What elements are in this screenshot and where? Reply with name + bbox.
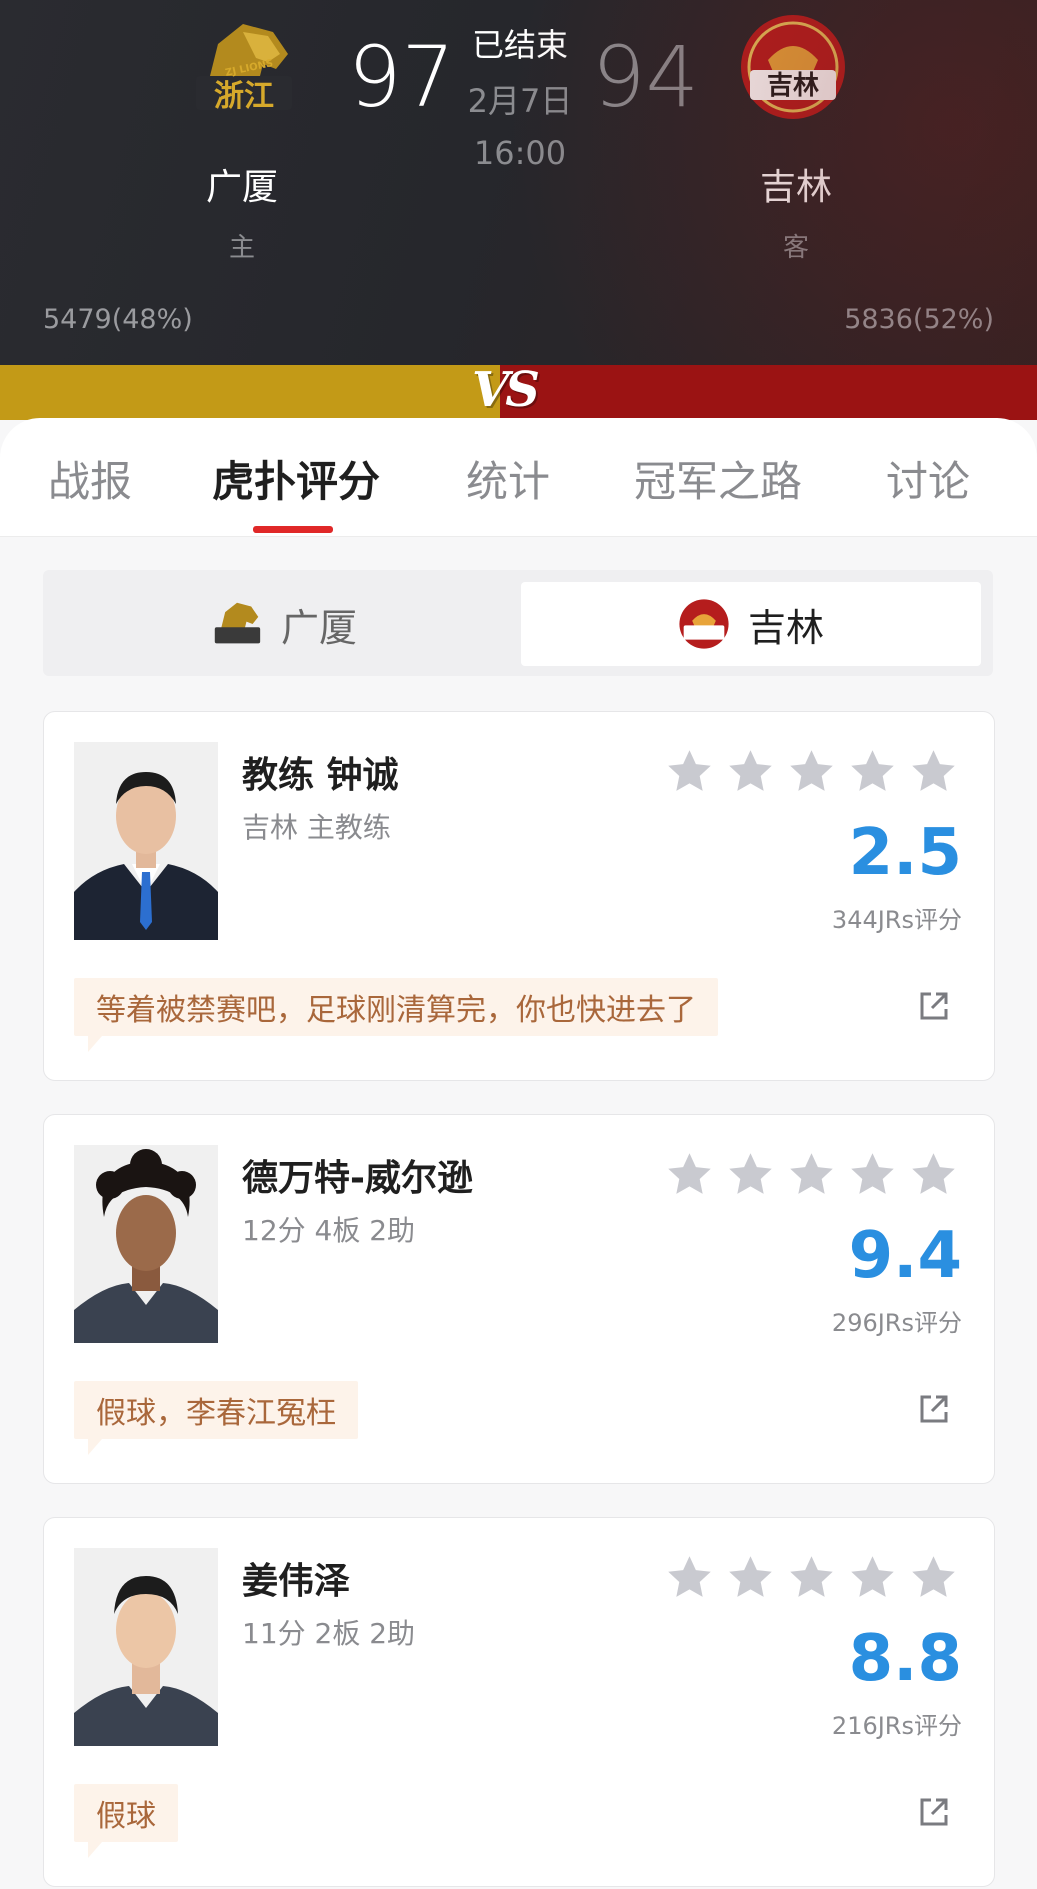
tab-road-to-championship[interactable]: 冠军之路 xyxy=(634,448,802,509)
match-header: 浙江 ZJ LIONS 广厦 主 97 已结束 2月7日 16:00 94 吉林… xyxy=(0,0,1037,365)
rating-count: 296JRs评分 xyxy=(831,1309,962,1337)
away-logo-text: 吉林 xyxy=(767,71,819,101)
rating-card[interactable]: 德万特-威尔逊 12分 4板 2助 9.4 296JRs评分 假球，李春江冤枉 xyxy=(43,1114,995,1484)
star-icon[interactable] xyxy=(664,1552,715,1603)
average-rating: 9.4 xyxy=(848,1219,962,1293)
star-rating-input[interactable] xyxy=(664,1552,959,1603)
match-time: 16:00 xyxy=(473,134,567,172)
star-rating-input[interactable] xyxy=(664,1149,959,1200)
share-icon[interactable] xyxy=(916,1794,952,1830)
team-switch-away[interactable]: 吉林 xyxy=(521,582,981,666)
rating-card[interactable]: 姜伟泽 11分 2板 2助 8.8 216JRs评分 假球 xyxy=(43,1517,995,1887)
star-rating-input[interactable] xyxy=(664,746,959,797)
active-tab-indicator xyxy=(253,526,333,533)
star-icon[interactable] xyxy=(786,1552,837,1603)
home-team-logo[interactable]: 浙江 ZJ LIONS xyxy=(188,14,298,124)
top-comment[interactable]: 假球 xyxy=(74,1784,178,1858)
away-score: 94 xyxy=(592,28,699,126)
home-team-role: 主 xyxy=(228,233,255,263)
rating-count: 344JRs评分 xyxy=(831,906,962,934)
share-icon[interactable] xyxy=(916,1391,952,1427)
star-icon[interactable] xyxy=(725,746,776,797)
star-icon[interactable] xyxy=(664,746,715,797)
average-rating: 8.8 xyxy=(848,1622,962,1696)
share-icon[interactable] xyxy=(916,988,952,1024)
away-support-bar xyxy=(500,365,1037,420)
average-rating: 2.5 xyxy=(848,816,962,890)
star-icon[interactable] xyxy=(908,1552,959,1603)
person-name: 姜伟泽 xyxy=(242,1561,351,1602)
home-logo-subtext: ZJ LIONS xyxy=(224,58,274,79)
star-icon[interactable] xyxy=(786,746,837,797)
star-icon[interactable] xyxy=(664,1149,715,1200)
away-team-name[interactable]: 吉林 xyxy=(696,158,896,210)
team-switch-home-label: 广厦 xyxy=(280,605,357,650)
person-photo xyxy=(74,1145,218,1343)
home-score: 97 xyxy=(348,28,455,126)
team-switch-away-label: 吉林 xyxy=(747,605,824,650)
person-name: 德万特-威尔逊 xyxy=(242,1158,473,1199)
star-icon[interactable] xyxy=(847,746,898,797)
home-support-votes: 5479(48%) xyxy=(43,304,193,335)
star-icon[interactable] xyxy=(786,1149,837,1200)
match-date: 2月7日 xyxy=(467,82,573,120)
home-team-mini-logo xyxy=(214,602,261,644)
away-team-mini-logo xyxy=(679,599,729,649)
star-icon[interactable] xyxy=(847,1552,898,1603)
star-icon[interactable] xyxy=(725,1552,776,1603)
team-switch-home[interactable]: 广厦 xyxy=(55,582,513,666)
person-photo xyxy=(74,1548,218,1746)
home-support-bar xyxy=(0,365,500,420)
away-support-votes: 5836(52%) xyxy=(844,304,994,335)
home-logo-text: 浙江 xyxy=(214,79,274,114)
tab-stats[interactable]: 统计 xyxy=(466,448,550,509)
top-comment[interactable]: 假球，李春江冤枉 xyxy=(74,1381,358,1455)
person-subtitle: 11分 2板 2助 xyxy=(242,1617,416,1650)
star-icon[interactable] xyxy=(908,1149,959,1200)
rating-count: 216JRs评分 xyxy=(831,1712,962,1740)
tab-discussion[interactable]: 讨论 xyxy=(886,448,970,509)
person-photo xyxy=(74,742,218,940)
person-subtitle: 吉林 主教练 xyxy=(242,811,391,844)
tab-hupu-rating[interactable]: 虎扑评分 xyxy=(212,448,380,509)
rating-card[interactable]: 教练 钟诚 吉林 主教练 2.5 344JRs评分 等着被禁赛吧，足球刚清算完，… xyxy=(43,711,995,1081)
away-team-logo[interactable]: 吉林 xyxy=(738,12,848,122)
star-icon[interactable] xyxy=(908,746,959,797)
star-icon[interactable] xyxy=(847,1149,898,1200)
away-team-role: 客 xyxy=(782,233,809,263)
person-subtitle: 12分 4板 2助 xyxy=(242,1214,416,1247)
top-comment[interactable]: 等着被禁赛吧，足球刚清算完，你也快进去了 xyxy=(74,978,718,1052)
home-team-name[interactable]: 广厦 xyxy=(142,158,342,210)
vs-label: VS xyxy=(472,362,540,418)
tab-report[interactable]: 战报 xyxy=(48,448,132,509)
person-name: 教练 钟诚 xyxy=(242,755,399,796)
match-status: 已结束 xyxy=(471,26,568,64)
star-icon[interactable] xyxy=(725,1149,776,1200)
